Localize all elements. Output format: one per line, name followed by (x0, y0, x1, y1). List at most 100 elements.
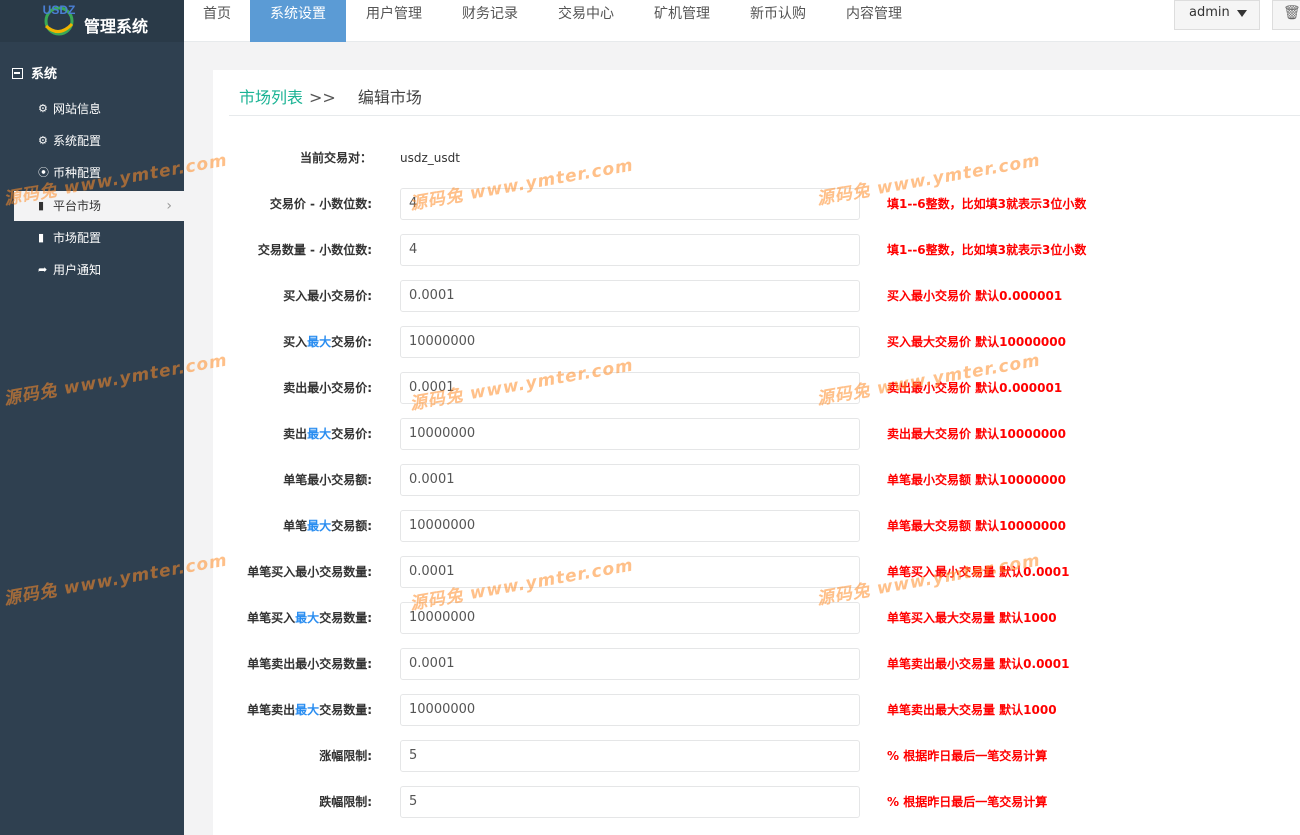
sidebar-group-system[interactable]: 系统 (12, 63, 57, 82)
pair-value: usdz_usdt (400, 151, 460, 165)
field-hint: 单笔买入最小交易量 默认0.0001 (887, 565, 1070, 579)
field-label: 买入最大交易价: (213, 326, 372, 358)
field-input[interactable]: 0.0001 (400, 556, 860, 588)
form-row: 卖出最大交易价: 10000000 卖出最大交易价 默认10000000 (213, 418, 1300, 450)
form-row: 买入最小交易价: 0.0001 买入最小交易价 默认0.000001 (213, 280, 1300, 312)
app-title: 管理系统 (84, 17, 149, 36)
field-label-text: 交易额: (331, 519, 372, 533)
sidebar-item-label: 网站信息 (53, 102, 102, 116)
form-row: 单笔最大交易额: 10000000 单笔最大交易额 默认10000000 (213, 510, 1300, 542)
sidebar-item-label: 用户通知 (53, 263, 102, 277)
field-label-highlight: 最大 (295, 703, 320, 717)
field-input[interactable]: 4 (400, 188, 860, 220)
field-hint: 买入最大交易价 默认10000000 (887, 335, 1066, 349)
tab-trade-center[interactable]: 交易中心 (538, 0, 634, 42)
field-label-highlight: 最大 (307, 335, 332, 349)
field-hint: 单笔买入最大交易量 默认1000 (887, 611, 1057, 625)
breadcrumb-market-list-link[interactable]: 市场列表 (239, 88, 303, 107)
field-label-highlight: 最大 (295, 611, 320, 625)
tab-finance-records[interactable]: 财务记录 (442, 0, 538, 42)
clear-cache-button[interactable]: 🗑 (1272, 0, 1300, 30)
sidebar-item-system-config[interactable]: ⚙ 系统配置 (14, 126, 184, 156)
bar-chart-icon: ▮ (38, 231, 45, 244)
field-input[interactable]: 10000000 (400, 510, 860, 542)
field-input[interactable]: 5 (400, 740, 860, 772)
field-label: 单笔卖出最小交易数量: (213, 648, 372, 680)
tab-user-management[interactable]: 用户管理 (346, 0, 442, 42)
sidebar-item-user-notice[interactable]: ➦ 用户通知 (14, 255, 184, 285)
top-nav: 首页 系统设置 用户管理 财务记录 交易中心 矿机管理 新币认购 内容管理 ad… (184, 0, 1300, 42)
logo[interactable]: USDZ 管理系统 (0, 0, 184, 42)
tab-home[interactable]: 首页 (184, 0, 250, 42)
field-hint: 单笔最大交易额 默认10000000 (887, 519, 1066, 533)
field-label: 单笔最大交易额: (213, 510, 372, 542)
breadcrumb: 市场列表 >> 编辑市场 (239, 84, 422, 108)
field-hint: 单笔最小交易额 默认10000000 (887, 473, 1066, 487)
field-input[interactable]: 4 (400, 234, 860, 266)
field-hint: 填1--6整数，比如填3就表示3位小数 (887, 197, 1087, 211)
sidebar: USDZ 管理系统 系统 ⚙ 网站信息 ⚙ 系统配置 ⦿ 币种配置 ▮ 平台市场 › ▮… (0, 0, 184, 835)
field-input[interactable]: 10000000 (400, 326, 860, 358)
field-label: 交易数量 - 小数位数: (213, 234, 372, 266)
admin-dropdown[interactable]: admin (1174, 0, 1260, 30)
field-label: 单笔最小交易额: (213, 464, 372, 496)
field-label: 卖出最小交易价: (213, 372, 372, 404)
field-label-text: 买入 (283, 335, 308, 349)
caret-down-icon (1237, 10, 1247, 17)
field-input[interactable]: 0.0001 (400, 372, 860, 404)
field-label-text: 交易价: (331, 427, 372, 441)
sidebar-item-site-info[interactable]: ⚙ 网站信息 (14, 94, 184, 124)
field-input[interactable]: 0.0001 (400, 464, 860, 496)
sidebar-item-label: 平台市场 (53, 199, 102, 213)
form-row: 跌幅限制: 5 % 根据昨日最后一笔交易计算 (213, 786, 1300, 818)
form-row: 卖出最小交易价: 0.0001 卖出最小交易价 默认0.000001 (213, 372, 1300, 404)
page-title: 编辑市场 (357, 88, 422, 107)
field-label-text: 单笔买入 (247, 611, 296, 625)
field-label-text: 单笔最小交易额: (283, 473, 372, 487)
field-label: 跌幅限制: (213, 786, 372, 818)
field-label-text: 单笔买入最小交易数量: (247, 565, 372, 579)
field-label-highlight: 最大 (307, 427, 332, 441)
collapse-icon (12, 68, 23, 79)
form-row: 单笔最小交易额: 0.0001 单笔最小交易额 默认10000000 (213, 464, 1300, 496)
field-label-text: 交易数量 - 小数位数: (257, 243, 372, 257)
field-hint: 单笔卖出最小交易量 默认0.0001 (887, 657, 1070, 671)
chevron-right-icon: › (166, 198, 172, 214)
field-input[interactable]: 10000000 (400, 418, 860, 450)
field-label-text: 交易价: (331, 335, 372, 349)
sidebar-item-coin-config[interactable]: ⦿ 币种配置 (14, 158, 184, 188)
field-label-highlight: 最大 (307, 519, 332, 533)
trash-icon: 🗑 (1283, 5, 1300, 21)
share-icon: ➦ (38, 263, 48, 276)
field-label: 单笔买入最大交易数量: (213, 602, 372, 634)
field-label-text: 卖出 (283, 427, 308, 441)
field-input[interactable]: 0.0001 (400, 648, 860, 680)
bar-chart-icon: ▮ (38, 199, 45, 212)
tab-system-settings[interactable]: 系统设置 (250, 0, 346, 42)
admin-label: admin (1189, 5, 1230, 20)
field-input[interactable]: 0.0001 (400, 280, 860, 312)
form-row: 交易价 - 小数位数: 4 填1--6整数，比如填3就表示3位小数 (213, 188, 1300, 220)
field-label: 买入最小交易价: (213, 280, 372, 312)
breadcrumb-separator: >> (309, 88, 336, 107)
tab-new-coin-subscription[interactable]: 新币认购 (730, 0, 826, 42)
sidebar-item-platform-market[interactable]: ▮ 平台市场 › (14, 191, 184, 221)
sidebar-item-label: 币种配置 (53, 166, 102, 180)
field-input[interactable]: 5 (400, 786, 860, 818)
svg-text:USDZ: USDZ (43, 3, 76, 17)
divider (229, 115, 1300, 116)
field-label: 单笔买入最小交易数量: (213, 556, 372, 588)
tab-miner-management[interactable]: 矿机管理 (634, 0, 730, 42)
sidebar-item-market-config[interactable]: ▮ 市场配置 (14, 223, 184, 253)
form-row: 单笔卖出最小交易数量: 0.0001 单笔卖出最小交易量 默认0.0001 (213, 648, 1300, 680)
field-input[interactable]: 10000000 (400, 602, 860, 634)
field-input[interactable]: 10000000 (400, 694, 860, 726)
pair-label: 当前交易对： (299, 151, 372, 165)
form-row: 涨幅限制: 5 % 根据昨日最后一笔交易计算 (213, 740, 1300, 772)
form-row-pair: 当前交易对： usdz_usdt (213, 142, 1300, 174)
field-label-text: 单笔卖出最小交易数量: (247, 657, 372, 671)
field-label-text: 交易价 - 小数位数: (269, 197, 372, 211)
tab-content-management[interactable]: 内容管理 (826, 0, 922, 42)
gear-icon: ⚙ (38, 102, 48, 115)
field-label-text: 单笔 (283, 519, 308, 533)
